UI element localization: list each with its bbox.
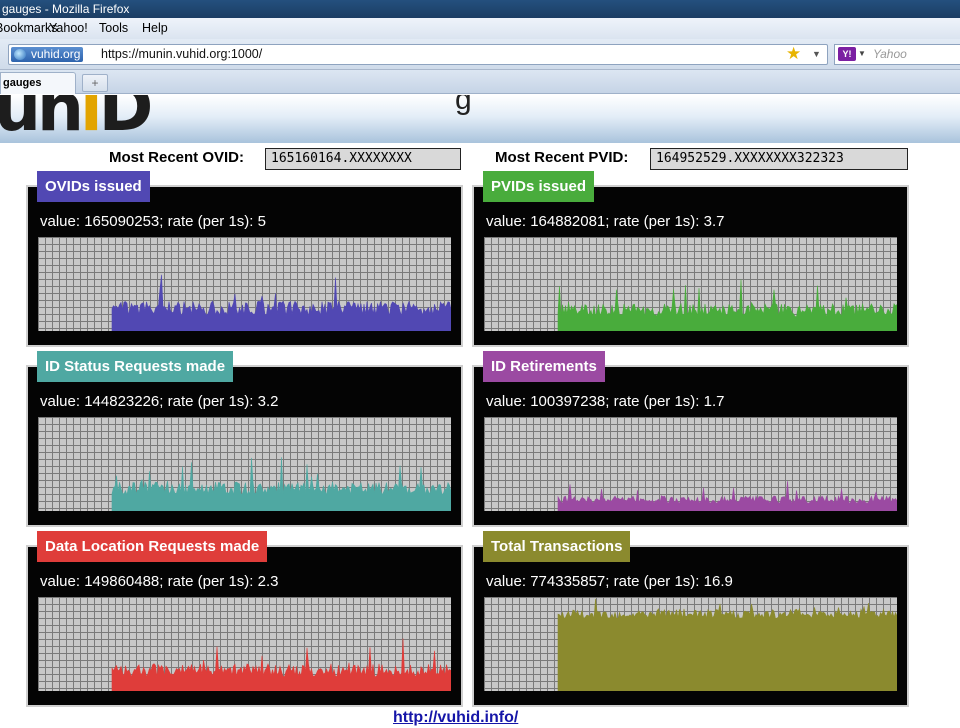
gauge-chart	[484, 597, 897, 691]
menu-tools[interactable]: Tools	[99, 18, 128, 39]
vuhid-logo: uhiD	[0, 95, 153, 143]
gauge-panel: PVIDs issued value: 164882081; rate (per …	[472, 171, 909, 347]
gauge-value-text: value: 100397238; rate (per 1s): 1.7	[486, 393, 725, 410]
gauge-value-text: value: 149860488; rate (per 1s): 2.3	[40, 573, 279, 590]
gauge-value-text: value: 164882081; rate (per 1s): 3.7	[486, 213, 725, 230]
gauge-title: Total Transactions	[483, 531, 631, 562]
gauge-chart	[38, 597, 451, 691]
globe-icon	[14, 49, 26, 60]
site-identity-label: vuhid.org	[31, 47, 81, 61]
site-identity-button[interactable]: vuhid.org	[11, 47, 84, 62]
gauge-chart	[38, 237, 451, 331]
gauge-value-text: value: 774335857; rate (per 1s): 16.9	[486, 573, 733, 590]
bookmark-star-icon[interactable]: ★	[786, 44, 801, 64]
gauge-chart	[484, 417, 897, 511]
yahoo-icon[interactable]: Y!	[838, 47, 856, 61]
search-box[interactable]: Y! ▼ Yahoo	[834, 44, 960, 65]
gauge-panel: Data Location Requests made value: 149860…	[26, 531, 463, 707]
gauge-panel: OVIDs issued value: 165090253; rate (per …	[26, 171, 463, 347]
url-bar[interactable]: vuhid.org https://munin.vuhid.org:1000/ …	[8, 44, 828, 65]
url-text[interactable]: https://munin.vuhid.org:1000/	[101, 45, 262, 64]
tab-gauges[interactable]: gauges	[0, 72, 76, 94]
page-title-fragment: g	[455, 95, 472, 116]
gauge-title: ID Status Requests made	[37, 351, 234, 382]
window-title-bar: gauges - Mozilla Firefox	[0, 0, 960, 18]
navigation-toolbar: vuhid.org https://munin.vuhid.org:1000/ …	[0, 39, 960, 70]
recent-pvid-value: 164952529.XXXXXXXX322323	[650, 148, 908, 170]
menu-yahoo[interactable]: Yahoo!	[49, 18, 88, 39]
gauge-title: ID Retirements	[483, 351, 605, 382]
recent-ovid-value: 165160164.XXXXXXXX	[265, 148, 461, 170]
gauge-title: PVIDs issued	[483, 171, 595, 202]
window-title: gauges - Mozilla Firefox	[2, 2, 130, 16]
search-engine-chevron-icon[interactable]: ▼	[858, 47, 866, 61]
menu-bar: Bookmarks Yahoo! Tools Help	[0, 18, 960, 39]
gauge-value-text: value: 165090253; rate (per 1s): 5	[40, 213, 266, 230]
gauge-value-text: value: 144823226; rate (per 1s): 3.2	[40, 393, 279, 410]
gauge-title: Data Location Requests made	[37, 531, 268, 562]
tab-title: gauges	[3, 77, 42, 89]
menu-help[interactable]: Help	[142, 18, 168, 39]
new-tab-button[interactable]: +	[82, 74, 108, 92]
recent-ovid-label: Most Recent OVID:	[109, 149, 245, 166]
gauge-chart	[484, 237, 897, 331]
chevron-down-icon[interactable]: ▼	[812, 46, 821, 63]
tab-bar: gauges +	[0, 70, 960, 94]
footer-link[interactable]: http://vuhid.info/	[393, 708, 518, 728]
gauge-chart	[38, 417, 451, 511]
gauge-panel: ID Retirements value: 100397238; rate (pe…	[472, 351, 909, 527]
search-input[interactable]: Yahoo	[873, 45, 907, 64]
gauge-panel: Total Transactions value: 774335857; rate…	[472, 531, 909, 707]
recent-pvid-label: Most Recent PVID:	[495, 149, 629, 166]
gauge-panel: ID Status Requests made value: 144823226;…	[26, 351, 463, 527]
page-header-banner: uhiD g	[0, 95, 960, 143]
gauge-title: OVIDs issued	[37, 171, 150, 202]
